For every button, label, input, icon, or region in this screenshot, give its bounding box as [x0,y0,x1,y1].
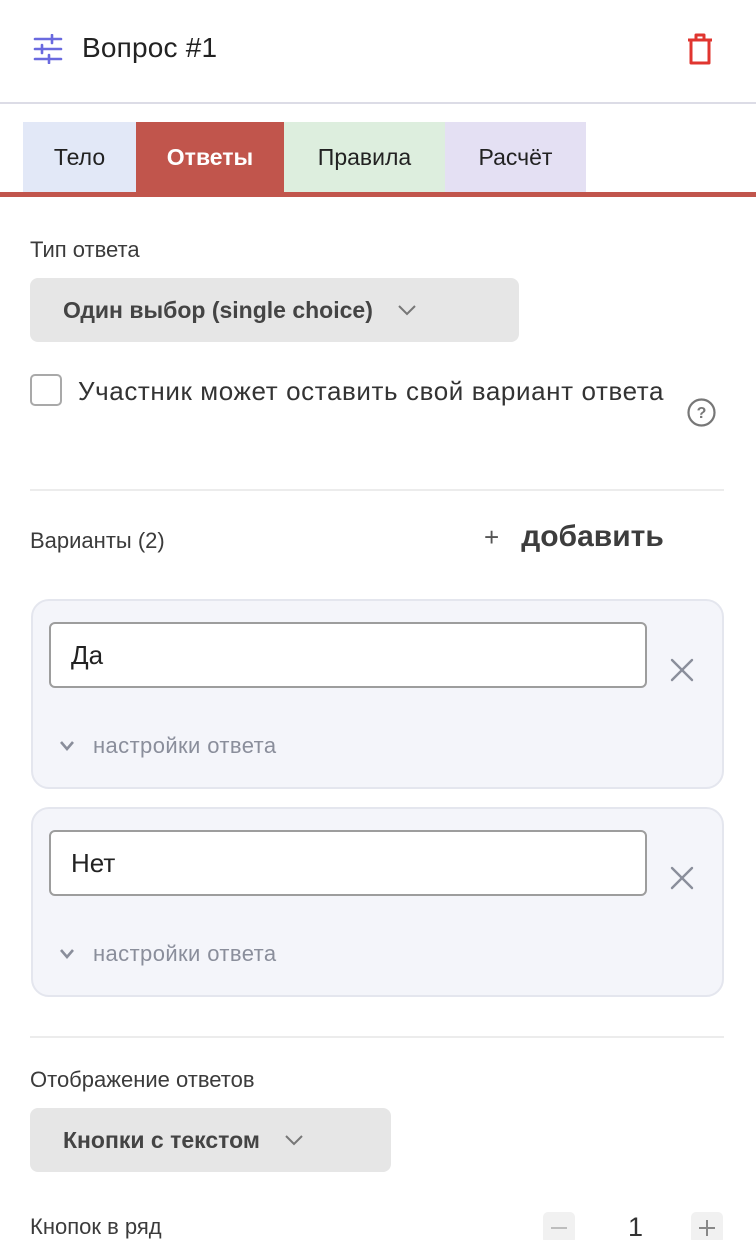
tab-answers[interactable]: Ответы [136,122,284,192]
section-divider [30,489,724,491]
add-variant-button[interactable]: + добавить [484,520,664,554]
minus-icon [551,1227,567,1229]
tab-rules[interactable]: Правила [284,122,445,192]
decrement-button[interactable] [543,1212,575,1240]
sliders-icon[interactable] [33,34,63,64]
answer-settings-label: настройки ответа [93,733,277,758]
chevron-down-icon [398,305,416,316]
chevron-down-icon [60,741,74,751]
close-icon[interactable] [669,865,695,891]
display-select[interactable]: Кнопки с текстом [30,1108,391,1172]
answer-settings-toggle[interactable]: настройки ответа [59,733,277,759]
tab-calculation[interactable]: Расчёт [445,122,586,192]
svg-text:?: ? [697,405,707,422]
plus-icon [699,1220,715,1236]
help-circle-icon[interactable]: ? [686,397,717,428]
section-divider [30,1036,724,1038]
display-value: Кнопки с текстом [63,1126,260,1153]
tab-body[interactable]: Тело [23,122,136,192]
increment-button[interactable] [691,1212,723,1240]
buttons-per-row-value: 1 [628,1212,644,1240]
answer-type-select[interactable]: Один выбор (single choice) [30,278,519,342]
custom-answer-label: Участник может оставить свой вариант отв… [78,376,665,406]
custom-answer-checkbox[interactable] [30,374,62,406]
tab-bar: Тело Ответы Правила Расчёт [0,122,756,198]
display-label: Отображение ответов [30,1067,255,1092]
chevron-down-icon [285,1135,303,1146]
variant-input[interactable] [49,622,647,688]
answer-type-label: Тип ответа [30,237,140,262]
answer-settings-label: настройки ответа [93,941,277,966]
question-header: Вопрос #1 [0,0,756,104]
variant-card: настройки ответа [31,807,724,997]
close-icon[interactable] [669,657,695,683]
answer-settings-toggle[interactable]: настройки ответа [59,941,277,967]
answer-type-value: Один выбор (single choice) [63,296,373,323]
chevron-down-icon [60,949,74,959]
variants-label: Варианты (2) [30,528,165,553]
variant-card: настройки ответа [31,599,724,789]
trash-icon[interactable] [686,33,714,65]
question-title: Вопрос #1 [82,32,218,63]
plus-icon: + [484,521,500,552]
add-variant-label: добавить [521,520,664,553]
variant-input[interactable] [49,830,647,896]
tab-underline [0,192,756,197]
buttons-per-row-label: Кнопок в ряд [30,1214,162,1239]
